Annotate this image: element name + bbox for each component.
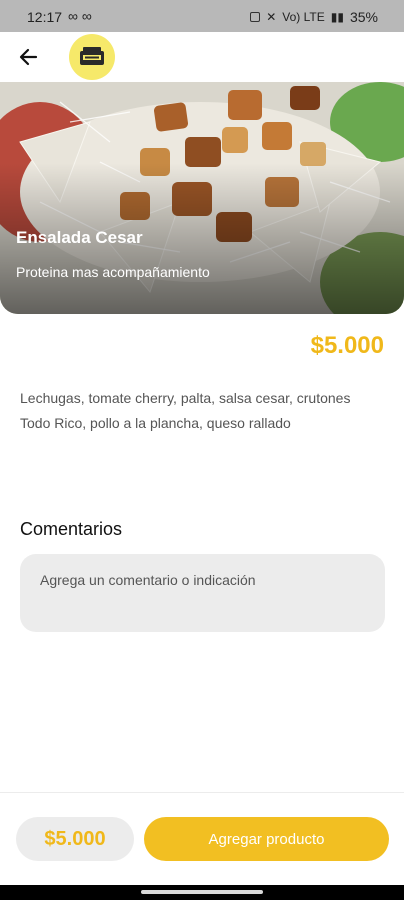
arrow-left-icon: [19, 48, 38, 66]
status-time: 12:17: [27, 9, 63, 25]
back-button[interactable]: [16, 44, 42, 70]
comments-label: Comentarios: [20, 519, 123, 539]
signal-icon: ▮▮: [330, 10, 344, 24]
battery-level: 35%: [349, 9, 378, 25]
product-price: $5.000: [310, 332, 384, 359]
home-handle[interactable]: [141, 890, 263, 894]
status-icons: ✕ Vo) LTE ▮▮ 35%: [250, 9, 378, 25]
product-title: Ensalada Cesar: [16, 228, 143, 247]
status-bar: 12:17 ∞ ∞ ✕ Vo) LTE ▮▮ 35%: [0, 0, 404, 32]
comment-input[interactable]: [20, 554, 385, 632]
product-subtitle: Proteina mas acompañamiento: [16, 264, 210, 280]
product-image: Ensalada Cesar Proteina mas acompañamien…: [0, 82, 404, 314]
system-nav-bar: [0, 885, 404, 900]
restaurant-logo: [69, 34, 115, 80]
app-bar: [0, 32, 404, 82]
add-product-button[interactable]: Agregar producto: [144, 817, 389, 861]
mute-icon: ✕: [266, 10, 277, 24]
footer-divider: [0, 792, 404, 793]
lock-icon: [250, 12, 261, 22]
infinity-icons: ∞ ∞: [68, 8, 92, 24]
signal-text: Vo) LTE: [282, 10, 325, 24]
total-price: $5.000: [16, 817, 134, 861]
product-description: Lechugas, tomate cherry, palta, salsa ce…: [20, 390, 351, 431]
